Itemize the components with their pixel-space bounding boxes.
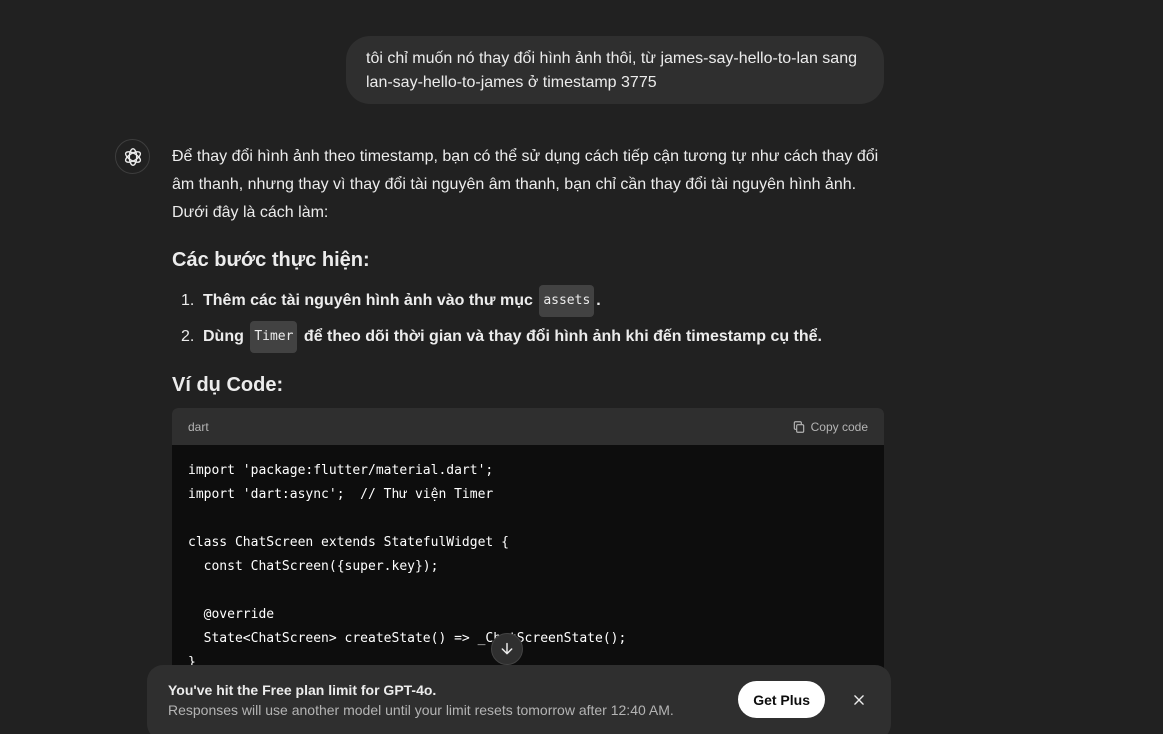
steps-heading: Các bước thực hiện: [172, 249, 370, 271]
code-line: State<ChatScreen> createState() => _Chat… [188, 631, 627, 646]
inline-code: assets [539, 285, 595, 317]
user-message-bubble: tôi chỉ muốn nó thay đổi hình ảnh thôi, … [346, 36, 884, 104]
code-line: import 'package:flutter/material.dart'; [188, 463, 494, 478]
code-body: import 'package:flutter/material.dart'; … [172, 445, 884, 689]
list-item: 1. Thêm các tài nguyên hình ảnh vào thư … [172, 283, 822, 319]
assistant-avatar [115, 139, 150, 174]
code-line: class ChatScreen extends StatefulWidget … [188, 535, 509, 550]
close-icon [854, 694, 864, 705]
list-item: 2. Dùng Timer để theo dõi thời gian và t… [172, 319, 822, 355]
arrow-down-icon [501, 642, 513, 655]
openai-logo-icon [124, 147, 141, 166]
example-heading: Ví dụ Code: [172, 374, 284, 396]
assistant-message: Để thay đổi hình ảnh theo timestamp, bạn… [172, 143, 884, 396]
steps-list: 1. Thêm các tài nguyên hình ảnh vào thư … [172, 283, 822, 355]
plan-limit-banner: You've hit the Free plan limit for GPT-4… [147, 665, 891, 734]
copy-icon [793, 420, 804, 433]
code-line: import 'dart:async'; // Thư viện Timer [188, 487, 494, 502]
copy-code-label: Copy code [810, 419, 868, 434]
code-line: @override [188, 607, 275, 622]
copy-code-button[interactable]: Copy code [792, 420, 868, 434]
inline-code: Timer [250, 321, 298, 353]
user-message-text: tôi chỉ muốn nó thay đổi hình ảnh thôi, … [366, 50, 857, 91]
code-line: const ChatScreen({super.key}); [188, 559, 439, 574]
close-banner-button[interactable] [847, 688, 871, 712]
assistant-intro: Để thay đổi hình ảnh theo timestamp, bạn… [172, 148, 879, 221]
scroll-to-bottom-button[interactable] [491, 633, 523, 665]
banner-title: You've hit the Free plan limit for GPT-4… [168, 681, 437, 698]
banner-subtitle: Responses will use another model until y… [168, 701, 674, 718]
get-plus-button[interactable]: Get Plus [738, 681, 825, 718]
banner-text: You've hit the Free plan limit for GPT-4… [168, 680, 738, 720]
code-language-label: dart [188, 419, 209, 434]
code-block-header: dart Copy code [172, 408, 884, 445]
